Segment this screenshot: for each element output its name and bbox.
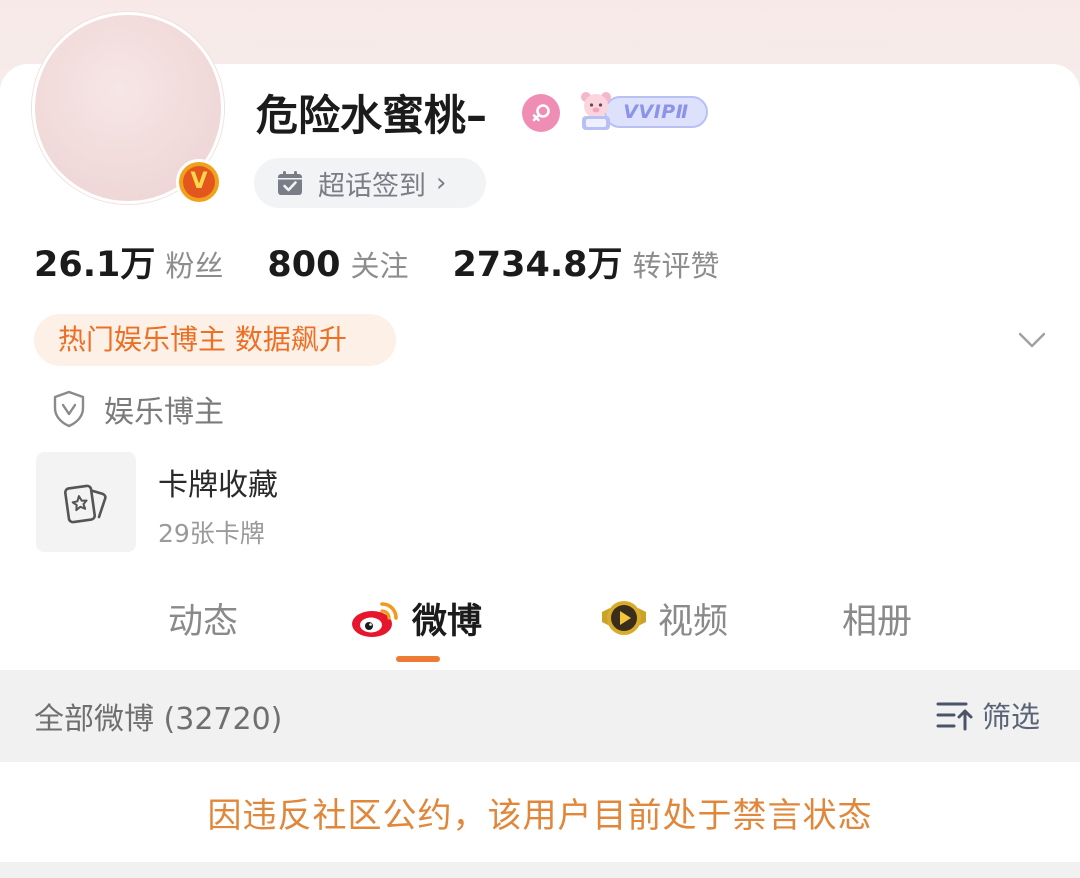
- followers-count[interactable]: 26.1万: [34, 236, 155, 287]
- card-collection-thumbnail[interactable]: [36, 452, 136, 552]
- engagement-count: 2734.8万: [452, 245, 623, 285]
- active-tab-indicator: [396, 656, 440, 662]
- tab-label: 微博: [412, 601, 483, 642]
- tab-label: 动态: [168, 601, 239, 642]
- following-label[interactable]: 关注: [350, 243, 408, 285]
- profile-stats: 26.1万 粉丝 800 关注 2734.8万 转评赞: [34, 236, 720, 290]
- calendar-check-icon: [278, 171, 302, 195]
- all-weibo-count: 全部微博 (32720): [34, 702, 283, 737]
- feed-filter-bar: 全部微博 (32720) 筛选: [0, 670, 1080, 762]
- weibo-logo-icon: [352, 602, 398, 637]
- tab-dynamics[interactable]: 动态: [168, 590, 238, 646]
- tab-video[interactable]: 视频: [598, 590, 728, 646]
- verified-badge-icon: V: [176, 159, 222, 205]
- chevron-down-icon[interactable]: [1014, 322, 1050, 358]
- following-count[interactable]: 800: [267, 245, 340, 285]
- tab-weibo[interactable]: 微博: [350, 590, 482, 646]
- card-collection-title[interactable]: 卡牌收藏: [158, 460, 278, 504]
- card-star-icon: [63, 484, 107, 524]
- tab-album[interactable]: 相册: [842, 590, 912, 646]
- mute-notice-text: 因违反社区公约，该用户目前处于禁言状态: [207, 796, 873, 836]
- tab-label: 相册: [842, 601, 913, 642]
- role-label: 娱乐博主: [104, 395, 224, 430]
- card-collection-count: 29张卡牌: [158, 519, 265, 548]
- followers-label[interactable]: 粉丝: [165, 243, 223, 285]
- checkin-label: 超话签到: [318, 170, 426, 202]
- filter-sort-icon: [936, 702, 973, 731]
- chevron-right-icon: ›: [436, 168, 447, 198]
- bottom-divider: [0, 862, 1080, 878]
- role-row[interactable]: 娱乐博主: [52, 386, 224, 432]
- vvip-label: VVIPⅡ: [604, 96, 708, 128]
- vvip-badge[interactable]: VVIPⅡ: [574, 88, 708, 134]
- supertopic-checkin-button[interactable]: 超话签到 ›: [254, 158, 486, 208]
- engagement-label: 转评赞: [632, 249, 720, 283]
- video-badge-icon: [602, 601, 646, 635]
- filter-label: 筛选: [982, 700, 1041, 734]
- mute-notice: 因违反社区公约，该用户目前处于禁言状态: [0, 762, 1080, 862]
- username: 危险水蜜桃–: [256, 91, 488, 140]
- hot-blogger-tag[interactable]: 热门娱乐博主 数据飙升: [34, 314, 396, 366]
- vip-bear-icon: [581, 92, 611, 130]
- verified-badge-letter: V: [183, 166, 215, 198]
- tab-label: 视频: [658, 601, 729, 642]
- shield-v-icon: [53, 390, 85, 428]
- filter-button[interactable]: 筛选: [936, 692, 1040, 738]
- female-gender-icon: [522, 94, 560, 132]
